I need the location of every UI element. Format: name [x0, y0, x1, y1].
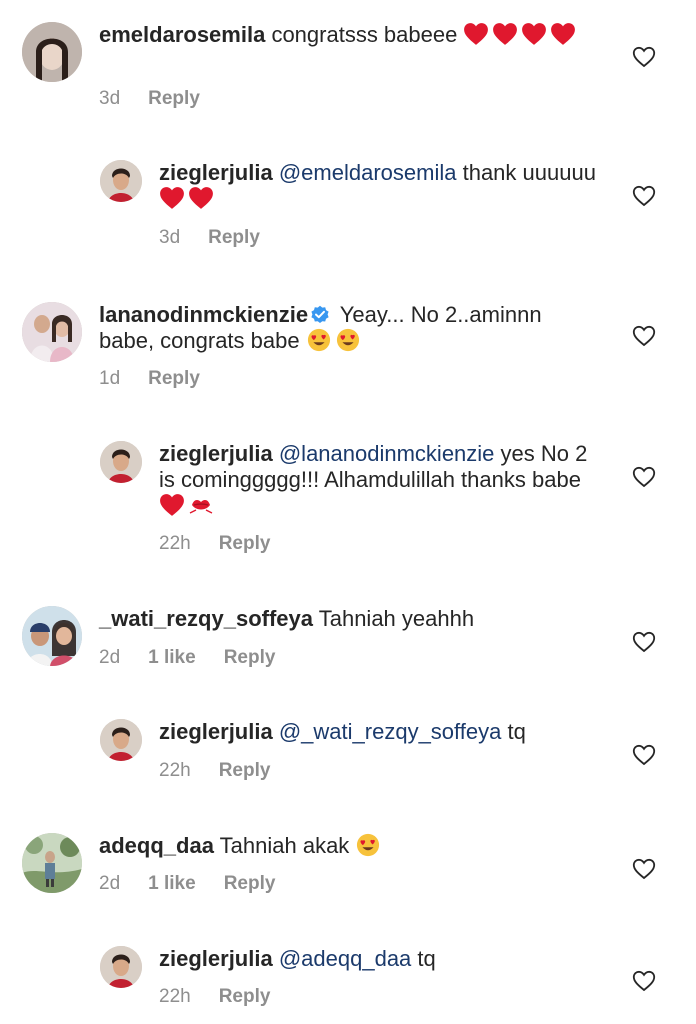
- comment-username[interactable]: _wati_rezqy_soffeya: [99, 606, 313, 631]
- comment-username[interactable]: adeqq_daa: [99, 833, 214, 858]
- like-heart-icon[interactable]: [632, 466, 656, 488]
- comment-time: 2d: [99, 873, 121, 894]
- like-heart-icon[interactable]: [632, 970, 656, 992]
- red-heart-icon: [550, 22, 576, 46]
- red-heart-icon: [188, 186, 214, 210]
- comment-meta: 22h Reply: [159, 986, 298, 1008]
- comment-meta: 22h Reply: [159, 533, 298, 555]
- reply-button[interactable]: Reply: [148, 88, 200, 110]
- comment-username[interactable]: zieglerjulia: [159, 719, 273, 744]
- reply-button[interactable]: Reply: [224, 647, 276, 669]
- likes-count[interactable]: 1 like: [148, 647, 196, 669]
- heart-eyes-emoji-icon: [306, 328, 332, 352]
- comment-text: lananodinmckienzie Yeay... No 2..aminnn …: [99, 302, 599, 354]
- avatar[interactable]: [100, 719, 142, 761]
- comment-body: tq: [417, 946, 436, 971]
- avatar[interactable]: [22, 606, 82, 666]
- reply-button[interactable]: Reply: [224, 873, 276, 895]
- like-heart-icon[interactable]: [632, 631, 656, 653]
- like-heart-icon[interactable]: [632, 325, 656, 347]
- mention-link[interactable]: @emeldarosemila: [279, 160, 457, 185]
- comment-time: 3d: [159, 227, 181, 248]
- kiss-mark-icon: [188, 493, 214, 517]
- reply-button[interactable]: Reply: [219, 533, 271, 555]
- avatar[interactable]: [22, 302, 82, 362]
- likes-count[interactable]: 1 like: [148, 873, 196, 895]
- comment-body: thank uuuuuu: [462, 160, 596, 185]
- red-heart-icon: [463, 22, 489, 46]
- reply-button[interactable]: Reply: [208, 227, 260, 249]
- red-heart-icon: [521, 22, 547, 46]
- comment-time: 22h: [159, 760, 191, 781]
- comment-meta: 1d Reply: [99, 368, 228, 390]
- comment-meta: 22h Reply: [159, 760, 298, 782]
- comment-text: _wati_rezqy_soffeya Tahniah yeahhh: [99, 606, 599, 632]
- avatar[interactable]: [100, 160, 142, 202]
- comment-username[interactable]: emeldarosemila: [99, 22, 265, 47]
- reply-button[interactable]: Reply: [219, 760, 271, 782]
- avatar[interactable]: [100, 946, 142, 988]
- comment-time: 3d: [99, 88, 121, 109]
- comment-text: zieglerjulia @emeldarosemila thank uuuuu…: [159, 160, 607, 212]
- avatar[interactable]: [22, 833, 82, 893]
- comment-text: adeqq_daa Tahniah akak: [99, 833, 599, 859]
- comment-time: 22h: [159, 533, 191, 554]
- comment-text: zieglerjulia @adeqq_daa tq: [159, 946, 607, 972]
- red-heart-icon: [492, 22, 518, 46]
- comment-meta: 3d Reply: [99, 88, 228, 110]
- comment-username[interactable]: zieglerjulia: [159, 441, 273, 466]
- comment-username[interactable]: zieglerjulia: [159, 946, 273, 971]
- comment-body: Tahniah akak: [219, 833, 350, 858]
- heart-eyes-emoji-icon: [355, 833, 381, 857]
- mention-link[interactable]: @lananodinmckienzie: [279, 441, 495, 466]
- comment-text: zieglerjulia @_wati_rezqy_soffeya tq: [159, 719, 607, 745]
- comment-time: 2d: [99, 647, 121, 668]
- like-heart-icon[interactable]: [632, 744, 656, 766]
- avatar[interactable]: [22, 22, 82, 82]
- comment-body: tq: [507, 719, 526, 744]
- comment-meta: 2d 1 like Reply: [99, 647, 303, 669]
- comment-body: Tahniah yeahhh: [318, 606, 475, 631]
- comment-meta: 3d Reply: [159, 227, 288, 249]
- heart-eyes-emoji-icon: [335, 328, 361, 352]
- red-heart-icon: [159, 186, 185, 210]
- reply-button[interactable]: Reply: [148, 368, 200, 390]
- mention-link[interactable]: @_wati_rezqy_soffeya: [279, 719, 502, 744]
- comment-time: 1d: [99, 368, 121, 389]
- mention-link[interactable]: @adeqq_daa: [279, 946, 411, 971]
- like-heart-icon[interactable]: [632, 185, 656, 207]
- comment-meta: 2d 1 like Reply: [99, 873, 303, 895]
- like-heart-icon[interactable]: [632, 858, 656, 880]
- red-heart-icon: [159, 493, 185, 517]
- comment-text: emeldarosemila congratsss babeee: [99, 22, 599, 48]
- comment-body: congratsss babeee: [271, 22, 458, 47]
- reply-button[interactable]: Reply: [219, 986, 271, 1008]
- avatar[interactable]: [100, 441, 142, 483]
- comment-time: 22h: [159, 986, 191, 1007]
- comment-text: zieglerjulia @lananodinmckienzie yes No …: [159, 441, 607, 519]
- comment-username[interactable]: zieglerjulia: [159, 160, 273, 185]
- like-heart-icon[interactable]: [632, 46, 656, 68]
- verified-badge-icon: [310, 305, 330, 325]
- comment-username[interactable]: lananodinmckienzie: [99, 302, 308, 327]
